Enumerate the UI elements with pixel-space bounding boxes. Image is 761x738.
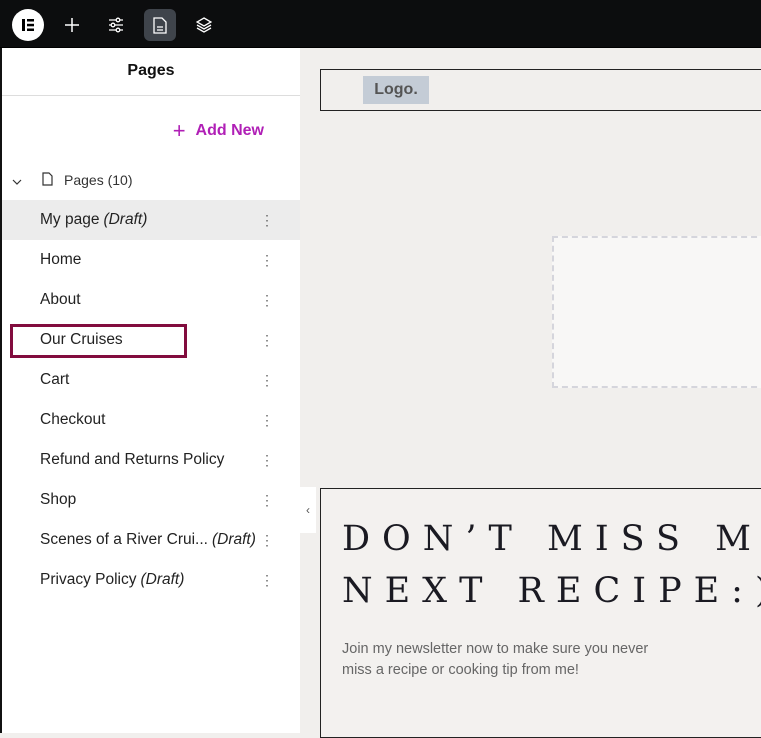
sliders-icon[interactable] [100, 9, 132, 41]
item-label: My page [40, 211, 100, 228]
add-new-button[interactable]: + Add New [173, 118, 264, 144]
site-header: Logo. [320, 69, 761, 111]
more-options-icon[interactable]: ⋮ [260, 250, 274, 270]
chevron-left-icon: ‹ [306, 503, 310, 517]
item-label: Home [40, 251, 82, 268]
draft-label: (Draft) [103, 211, 148, 228]
collapse-panel-button[interactable]: ‹ [300, 487, 316, 533]
list-item[interactable]: About ⋮ [2, 280, 300, 320]
more-options-icon[interactable]: ⋮ [260, 450, 274, 470]
pages-list: My page (Draft) ⋮ Home ⋮ About ⋮ Our Cruises… [2, 200, 300, 600]
list-item[interactable]: Shop ⋮ [2, 480, 300, 520]
layers-icon[interactable] [188, 9, 220, 41]
item-label: Shop [40, 491, 77, 508]
chevron-down-icon[interactable] [12, 172, 26, 188]
list-item[interactable]: Scenes of a River Crui... (Draft) ⋮ [2, 520, 300, 560]
panel-title: Pages [2, 48, 300, 96]
more-options-icon[interactable]: ⋮ [260, 490, 274, 510]
more-options-icon[interactable]: ⋮ [260, 210, 274, 230]
top-toolbar [0, 0, 761, 48]
empty-placeholder [552, 236, 761, 388]
plus-icon: + [172, 118, 186, 143]
elementor-logo-icon[interactable] [12, 9, 44, 41]
draft-label: (Draft) [140, 571, 185, 588]
item-label: About [40, 291, 81, 308]
draft-label: (Draft) [211, 531, 256, 548]
highlight-box [10, 324, 187, 358]
more-options-icon[interactable]: ⋮ [260, 570, 274, 590]
more-options-icon[interactable]: ⋮ [260, 370, 274, 390]
item-label: Cart [40, 371, 70, 388]
item-label: Checkout [40, 411, 106, 428]
site-logo[interactable]: Logo. [363, 76, 429, 104]
pages-group-toggle[interactable]: Pages (10) [2, 170, 132, 190]
list-item[interactable]: Refund and Returns Policy ⋮ [2, 440, 300, 480]
page-icon[interactable] [144, 9, 176, 41]
item-label: Refund and Returns Policy [40, 451, 225, 468]
pages-panel: Pages + Add New Pages (10) My page (Draft)… [0, 48, 300, 733]
add-new-label: Add New [195, 122, 264, 139]
more-options-icon[interactable]: ⋮ [260, 410, 274, 430]
newsletter-text: Join my newsletter now to make sure you … [342, 641, 649, 678]
newsletter-section: DON’T MISS MY NEXT RECIPE:) Join my news… [320, 488, 761, 738]
more-options-icon[interactable]: ⋮ [260, 330, 274, 350]
more-options-icon[interactable]: ⋮ [260, 530, 274, 550]
item-label: Privacy Policy [40, 571, 137, 588]
list-item[interactable]: Privacy Policy (Draft) ⋮ [2, 560, 300, 600]
list-item[interactable]: Cart ⋮ [2, 360, 300, 400]
plus-icon[interactable] [56, 9, 88, 41]
list-item[interactable]: My page (Draft) ⋮ [2, 200, 300, 240]
group-label: Pages (10) [64, 172, 133, 188]
list-item[interactable]: Home ⋮ [2, 240, 300, 280]
page-icon [42, 171, 53, 189]
item-label: Scenes of a River Crui... [40, 531, 208, 548]
newsletter-heading: DON’T MISS MY NEXT RECIPE:) [342, 519, 761, 611]
more-options-icon[interactable]: ⋮ [260, 290, 274, 310]
list-item[interactable]: Checkout ⋮ [2, 400, 300, 440]
